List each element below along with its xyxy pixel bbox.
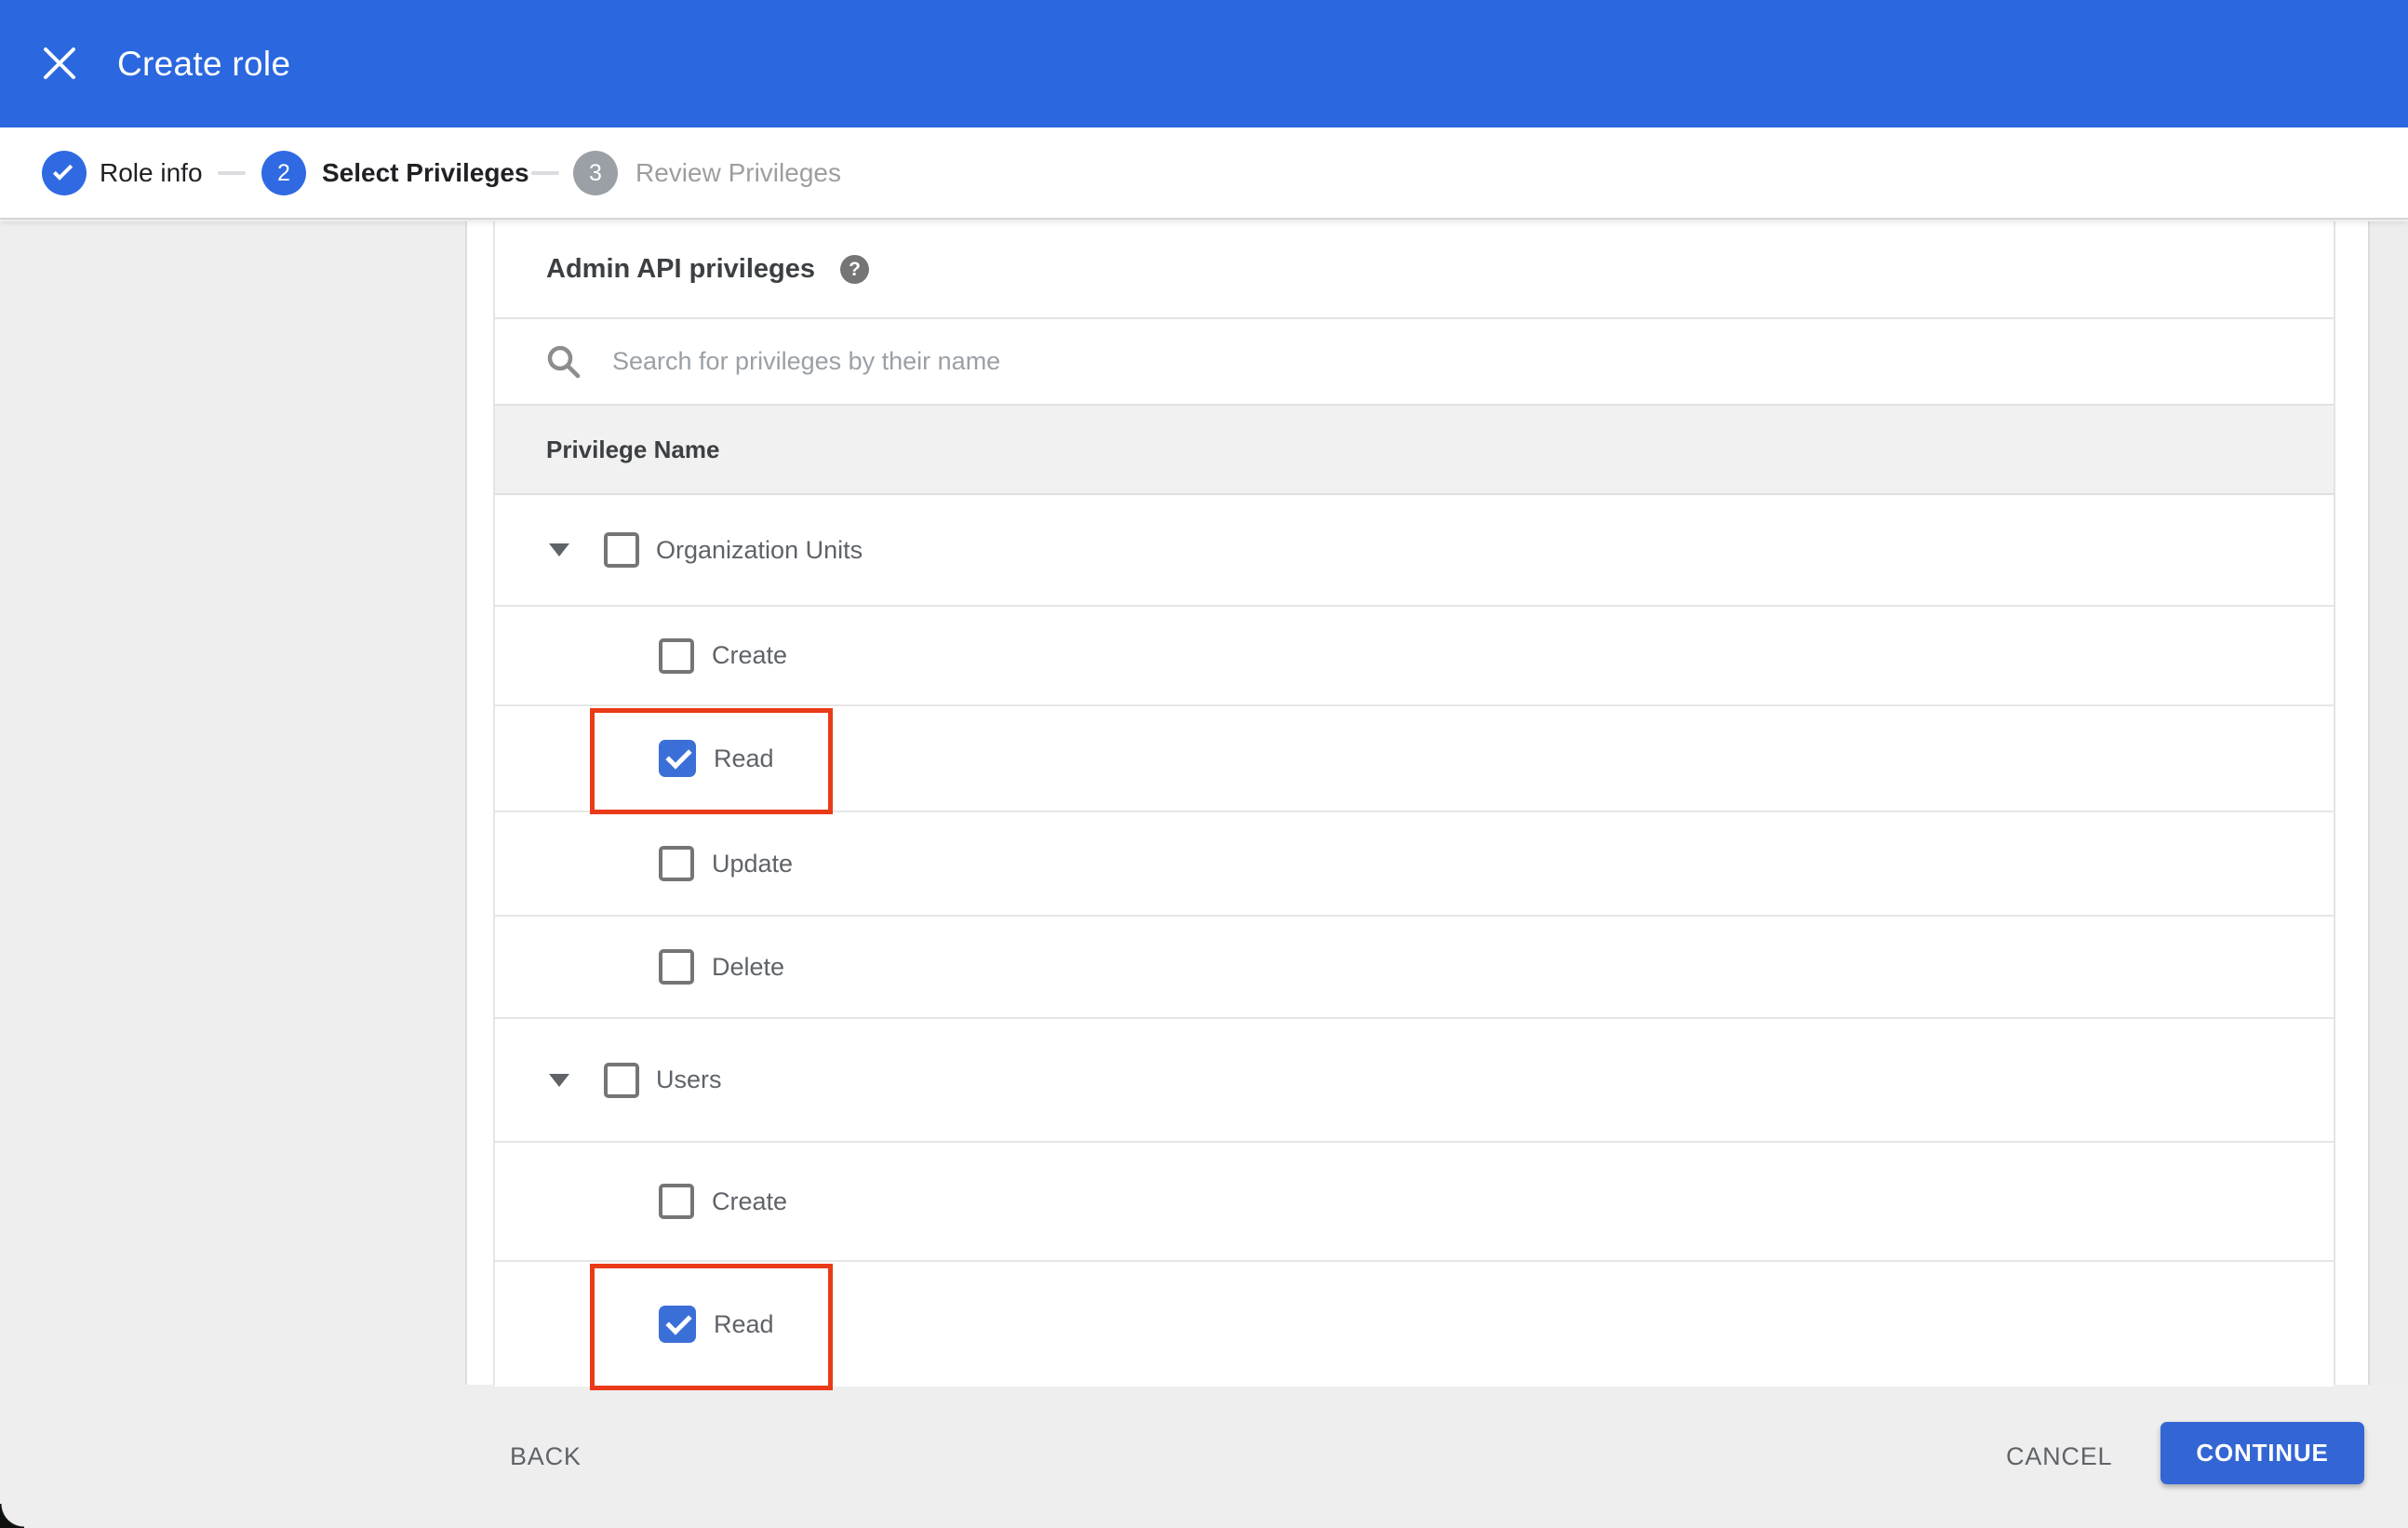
step3-number: 3	[573, 151, 618, 195]
table-row: Create	[495, 607, 2334, 706]
stepper-connector	[218, 171, 246, 175]
table-row: Organization Units	[495, 495, 2334, 607]
privilege-checkbox[interactable]	[659, 1184, 694, 1219]
privilege-checkbox[interactable]	[604, 532, 639, 568]
wizard-stepper: Role info 2 Select Privileges 3 Review P…	[0, 127, 2408, 220]
footer-bar: BACK CANCEL CONTINUE	[0, 1385, 2408, 1528]
column-header-privilege-name: Privilege Name	[546, 435, 720, 463]
cancel-button[interactable]: CANCEL	[2006, 1385, 2112, 1528]
step2-label[interactable]: Select Privileges	[322, 127, 529, 218]
table-row: Create	[495, 1143, 2334, 1262]
privilege-checkbox[interactable]	[659, 1306, 696, 1343]
left-sidebar	[0, 221, 467, 1385]
privilege-label: Read	[714, 1309, 774, 1338]
table-row: Read	[495, 1262, 2334, 1390]
expand-arrow-icon[interactable]	[549, 543, 569, 556]
window-corner	[0, 1504, 24, 1528]
search-bar	[495, 319, 2334, 404]
panel-heading: Admin API privileges	[546, 254, 815, 284]
step3-label: Review Privileges	[635, 157, 841, 187]
highlight-box	[590, 1264, 833, 1390]
step1-check-icon	[42, 151, 87, 195]
privilege-label: Users	[656, 1066, 722, 1093]
app-bar: Create role	[0, 0, 2408, 127]
privilege-label: Read	[714, 744, 774, 772]
highlight-box	[590, 708, 833, 814]
privilege-checkbox[interactable]	[659, 846, 694, 881]
privilege-label: Organization Units	[656, 535, 863, 564]
privileges-table: Organization Units Create Read Update De…	[495, 495, 2334, 1390]
help-icon[interactable]: ?	[840, 255, 869, 284]
privilege-label: Create	[712, 641, 788, 669]
table-header: Privilege Name	[495, 404, 2334, 495]
page-title: Create role	[117, 44, 291, 83]
search-input[interactable]	[612, 347, 2334, 376]
step2-number: 2	[261, 151, 306, 195]
back-button[interactable]: BACK	[510, 1385, 582, 1528]
privilege-label: Delete	[712, 952, 785, 981]
expand-arrow-icon[interactable]	[549, 1073, 569, 1087]
scrollbar-track[interactable]	[2368, 221, 2408, 1385]
table-row: Users	[495, 1019, 2334, 1143]
stepper-connector	[531, 171, 559, 175]
privilege-checkbox[interactable]	[659, 637, 694, 674]
table-row: Delete	[495, 917, 2334, 1019]
privilege-checkbox[interactable]	[604, 1062, 639, 1098]
step1-label[interactable]: Role info	[100, 127, 203, 218]
privilege-label: Create	[712, 1186, 788, 1215]
continue-button[interactable]: CONTINUE	[2161, 1422, 2364, 1484]
panel-heading-row: Admin API privileges ?	[495, 221, 2334, 317]
privilege-checkbox[interactable]	[659, 949, 694, 985]
search-icon	[547, 345, 581, 378]
privilege-checkbox[interactable]	[659, 740, 696, 777]
table-row: Read	[495, 706, 2334, 814]
privileges-panel: Admin API privileges ? Privilege Name Or…	[493, 221, 2335, 1390]
table-row: Update	[495, 812, 2334, 917]
privilege-label: Update	[712, 849, 794, 878]
close-icon[interactable]	[39, 43, 80, 84]
